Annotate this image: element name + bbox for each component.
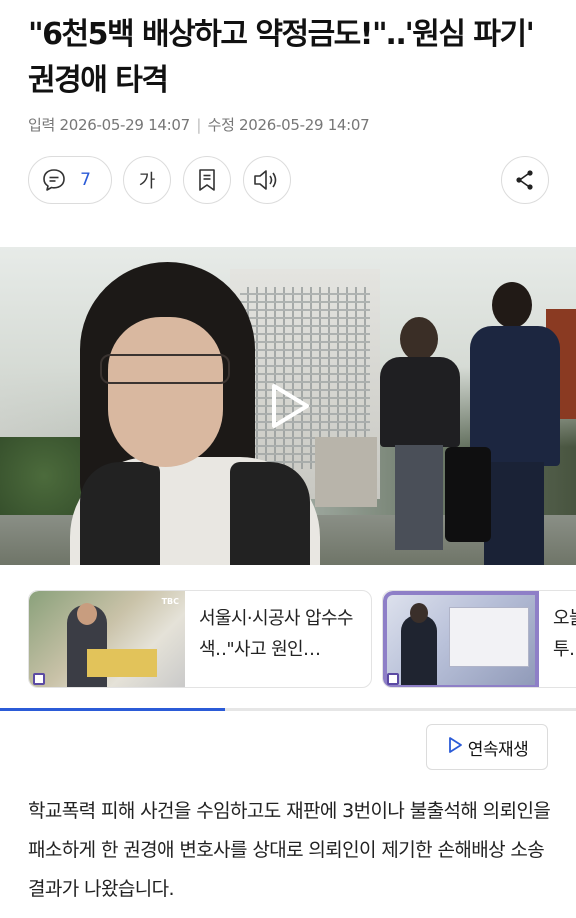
related-video-card[interactable]: TBC 서울시·시공사 압수수색‥"사고 원인… xyxy=(28,590,372,688)
playback-progress-fill xyxy=(0,708,225,711)
share-button[interactable] xyxy=(501,156,549,204)
related-video-title: 오늘…전투… xyxy=(553,608,576,660)
read-aloud-button[interactable] xyxy=(243,156,291,204)
thumbnail-badge: TBC xyxy=(161,597,179,606)
video-scene-monument xyxy=(315,437,377,507)
video-scene-bag xyxy=(445,447,491,542)
published-date: 2026-05-29 14:07 xyxy=(59,116,190,134)
modified-date: 2026-05-29 14:07 xyxy=(239,116,370,134)
play-icon xyxy=(258,377,316,439)
bookmark-icon xyxy=(195,167,219,193)
share-icon xyxy=(513,168,537,192)
related-video-card[interactable]: 오늘…전투… xyxy=(382,590,576,688)
video-player[interactable] xyxy=(0,247,576,565)
comment-count: 7 xyxy=(80,170,91,190)
bookmark-button[interactable] xyxy=(183,156,231,204)
autoplay-label: 연속재생 xyxy=(467,739,529,760)
related-video-thumbnail xyxy=(383,591,539,687)
article-meta: 입력 2026-05-29 14:07 | 수정 2026-05-29 14:0… xyxy=(28,114,370,135)
comment-icon xyxy=(41,167,67,193)
autoplay-button[interactable]: 연속재생 xyxy=(426,724,548,770)
playback-progress-bar[interactable] xyxy=(0,708,576,711)
font-size-icon: 가 xyxy=(138,171,156,192)
font-size-button[interactable]: 가 xyxy=(123,156,171,204)
meta-separator: | xyxy=(196,116,202,134)
related-video-title: 서울시·시공사 압수수색‥"사고 원인… xyxy=(199,608,353,660)
comment-button[interactable]: 7 xyxy=(28,156,112,204)
related-video-thumbnail: TBC xyxy=(29,591,185,687)
play-outline-icon xyxy=(446,735,464,759)
speaker-icon xyxy=(252,167,282,193)
published-label: 입력 xyxy=(28,116,56,134)
modified-label: 수정 xyxy=(207,116,235,134)
article-headline: "6천5백 배상하고 약정금도!"‥'원심 파기' 권경애 타격 xyxy=(28,17,535,98)
play-button[interactable] xyxy=(252,373,322,443)
related-videos-carousel: TBC 서울시·시공사 압수수색‥"사고 원인… 오늘…전투… xyxy=(28,590,576,690)
article-body-paragraph: 학교폭력 피해 사건을 수임하고도 재판에 3번이나 불출석해 의뢰인을 패소하… xyxy=(28,800,551,900)
channel-logo-icon xyxy=(387,673,399,685)
channel-logo-icon xyxy=(33,673,45,685)
article-toolbar: 7 가 xyxy=(28,156,550,206)
